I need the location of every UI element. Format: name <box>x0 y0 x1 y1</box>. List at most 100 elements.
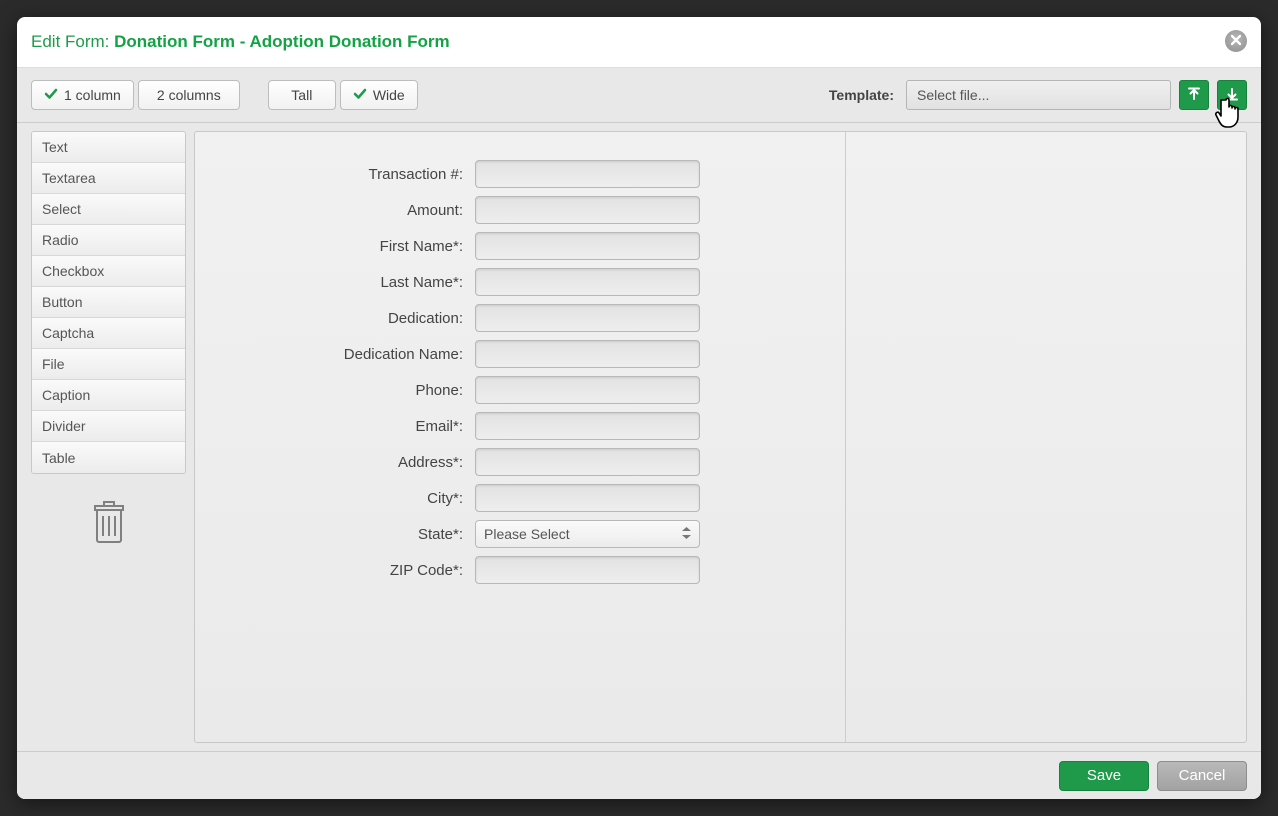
form-row[interactable]: Dedication: <box>215 300 825 336</box>
palette-label: Checkbox <box>42 263 104 279</box>
form-row[interactable]: Phone: <box>215 372 825 408</box>
form-column-2[interactable] <box>845 132 1246 742</box>
wide-toggle[interactable]: Wide <box>340 80 418 110</box>
close-button[interactable] <box>1225 30 1247 52</box>
phone-input[interactable] <box>475 376 700 404</box>
cancel-button[interactable]: Cancel <box>1157 761 1247 791</box>
palette-item-divider[interactable]: Divider <box>32 411 185 442</box>
sort-icon <box>682 526 691 542</box>
palette-item-button[interactable]: Button <box>32 287 185 318</box>
palette-label: Captcha <box>42 325 94 341</box>
zip-code-input[interactable] <box>475 556 700 584</box>
palette-label: Caption <box>42 387 90 403</box>
size-toggle-group: Tall Wide <box>268 80 418 110</box>
field-label: City*: <box>215 490 475 507</box>
trash-dropzone[interactable] <box>91 498 127 544</box>
field-label: Dedication Name: <box>215 346 475 363</box>
field-palette-sidebar: Text Textarea Select Radio Checkbox Butt… <box>31 131 186 743</box>
palette-item-text[interactable]: Text <box>32 132 185 163</box>
form-row[interactable]: Address*: <box>215 444 825 480</box>
palette-label: Button <box>42 294 82 310</box>
column-toggle-group: 1 column 2 columns <box>31 80 240 110</box>
palette-label: Select <box>42 201 81 217</box>
toolbar: 1 column 2 columns Tall Wide Template: S… <box>17 67 1261 123</box>
field-label: Amount: <box>215 202 475 219</box>
save-label: Save <box>1087 767 1121 784</box>
form-column-1: Transaction #: Amount: First Name*: Last… <box>195 132 845 742</box>
form-row[interactable]: Amount: <box>215 192 825 228</box>
field-label: First Name*: <box>215 238 475 255</box>
wide-label: Wide <box>373 87 405 103</box>
trash-icon <box>91 531 127 547</box>
modal-header: Edit Form: Donation Form - Adoption Dona… <box>17 17 1261 57</box>
field-label: ZIP Code*: <box>215 562 475 579</box>
template-file-select[interactable]: Select file... <box>906 80 1171 110</box>
modal-footer: Save Cancel <box>17 751 1261 799</box>
field-type-list: Text Textarea Select Radio Checkbox Butt… <box>31 131 186 474</box>
form-row[interactable]: Email*: <box>215 408 825 444</box>
form-row[interactable]: Last Name*: <box>215 264 825 300</box>
dedication-name-input[interactable] <box>475 340 700 368</box>
one-column-toggle[interactable]: 1 column <box>31 80 134 110</box>
check-icon <box>353 87 367 104</box>
field-label: State*: <box>215 526 475 543</box>
edit-form-modal: Edit Form: Donation Form - Adoption Dona… <box>17 17 1261 799</box>
close-icon <box>1230 34 1242 49</box>
one-column-label: 1 column <box>64 87 121 103</box>
field-label: Last Name*: <box>215 274 475 291</box>
form-row[interactable]: Dedication Name: <box>215 336 825 372</box>
title-name: Donation Form - Adoption Donation Form <box>114 32 450 51</box>
download-template-button[interactable] <box>1217 80 1247 110</box>
palette-label: File <box>42 356 65 372</box>
form-row[interactable]: State*: Please Select <box>215 516 825 552</box>
first-name-input[interactable] <box>475 232 700 260</box>
email-input[interactable] <box>475 412 700 440</box>
two-column-toggle[interactable]: 2 columns <box>138 80 240 110</box>
dedication-input[interactable] <box>475 304 700 332</box>
palette-label: Textarea <box>42 170 96 186</box>
template-label: Template: <box>829 87 894 103</box>
check-icon <box>44 87 58 104</box>
palette-item-caption[interactable]: Caption <box>32 380 185 411</box>
palette-item-file[interactable]: File <box>32 349 185 380</box>
template-placeholder: Select file... <box>917 87 989 103</box>
palette-label: Divider <box>42 418 86 434</box>
state-select[interactable]: Please Select <box>475 520 700 548</box>
form-row[interactable]: First Name*: <box>215 228 825 264</box>
save-button[interactable]: Save <box>1059 761 1149 791</box>
cancel-label: Cancel <box>1179 767 1226 784</box>
palette-item-captcha[interactable]: Captcha <box>32 318 185 349</box>
field-label: Email*: <box>215 418 475 435</box>
last-name-input[interactable] <box>475 268 700 296</box>
palette-item-radio[interactable]: Radio <box>32 225 185 256</box>
field-label: Dedication: <box>215 310 475 327</box>
palette-label: Table <box>42 450 75 466</box>
modal-title: Edit Form: Donation Form - Adoption Dona… <box>31 32 450 52</box>
address-input[interactable] <box>475 448 700 476</box>
upload-icon <box>1187 87 1201 104</box>
palette-item-select[interactable]: Select <box>32 194 185 225</box>
palette-label: Radio <box>42 232 79 248</box>
palette-item-textarea[interactable]: Textarea <box>32 163 185 194</box>
palette-label: Text <box>42 139 68 155</box>
form-row[interactable]: ZIP Code*: <box>215 552 825 588</box>
modal-body: Text Textarea Select Radio Checkbox Butt… <box>17 123 1261 751</box>
two-column-label: 2 columns <box>157 87 221 103</box>
field-label: Address*: <box>215 454 475 471</box>
field-label: Transaction #: <box>215 166 475 183</box>
tall-label: Tall <box>291 87 312 103</box>
form-canvas[interactable]: Transaction #: Amount: First Name*: Last… <box>194 131 1247 743</box>
palette-item-table[interactable]: Table <box>32 442 185 473</box>
state-select-value: Please Select <box>484 526 570 542</box>
city-input[interactable] <box>475 484 700 512</box>
palette-item-checkbox[interactable]: Checkbox <box>32 256 185 287</box>
field-label: Phone: <box>215 382 475 399</box>
upload-template-button[interactable] <box>1179 80 1209 110</box>
tall-toggle[interactable]: Tall <box>268 80 336 110</box>
title-prefix: Edit Form: <box>31 32 114 51</box>
form-row[interactable]: City*: <box>215 480 825 516</box>
transaction-number-input[interactable] <box>475 160 700 188</box>
download-icon <box>1225 87 1239 104</box>
form-row[interactable]: Transaction #: <box>215 156 825 192</box>
amount-input[interactable] <box>475 196 700 224</box>
